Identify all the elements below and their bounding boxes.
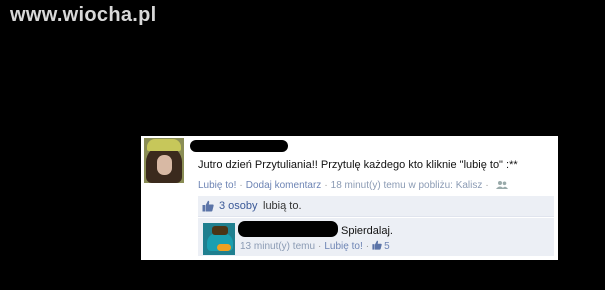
- comment-meta: 13 minut(y) temu · Lubię to! · 5: [240, 240, 390, 252]
- like-link[interactable]: Lubię to!: [198, 180, 236, 191]
- post-timestamp-location[interactable]: 18 minut(y) temu w pobliżu: Kalisz: [331, 180, 483, 191]
- thumbs-up-icon: [202, 200, 214, 212]
- facebook-post: Jutro dzień Przytuliania!! Przytulę każd…: [141, 136, 558, 260]
- comment-likes[interactable]: 5: [372, 240, 390, 252]
- people-icon: [495, 181, 508, 190]
- comment-text: Spierdalaj.: [341, 225, 393, 237]
- comment-timestamp[interactable]: 13 minut(y) temu: [240, 241, 315, 252]
- comment-like-link[interactable]: Lubię to!: [324, 241, 362, 252]
- commenter-avatar[interactable]: [203, 223, 235, 255]
- comment: Spierdalaj. 13 minut(y) temu · Lubię to! · 5: [198, 218, 554, 256]
- comment-like-count: 5: [384, 241, 390, 252]
- commenter-name-redacted: [238, 221, 338, 237]
- post-meta: Lubię to! · Dodaj komentarz · 18 minut(y) te…: [198, 180, 508, 191]
- site-watermark: www.wiocha.pl: [10, 4, 157, 26]
- post-text: Jutro dzień Przytuliania!! Przytulę każd…: [198, 159, 518, 171]
- author-avatar[interactable]: [144, 138, 184, 183]
- likes-count-link[interactable]: 3 osoby: [219, 200, 258, 212]
- author-name-redacted-2: [193, 147, 233, 151]
- likes-suffix: lubią to.: [263, 200, 302, 212]
- likes-summary: 3 osoby lubią to.: [198, 196, 554, 217]
- thumbs-up-icon: [372, 240, 382, 250]
- add-comment-link[interactable]: Dodaj komentarz: [246, 180, 322, 191]
